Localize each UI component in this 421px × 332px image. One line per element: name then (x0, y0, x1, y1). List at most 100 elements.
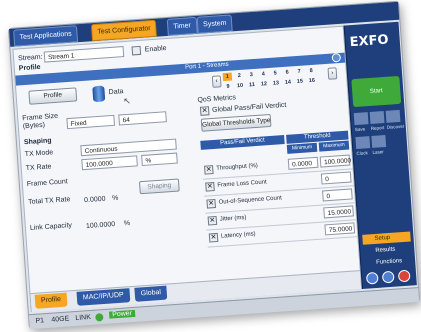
discover-icon[interactable] (385, 109, 401, 123)
profile-section-title: Profile (18, 63, 41, 73)
frame-count-label: Frame Count (26, 178, 68, 189)
link-capacity-unit: % (123, 220, 131, 228)
tab-test-applications[interactable]: Test Applications (13, 25, 79, 47)
verdict-header: Pass/Fail Verdict (200, 135, 285, 150)
page-button-15[interactable]: 15 (295, 78, 305, 87)
threshold-max-input[interactable]: 0 (320, 171, 352, 185)
page-button-3[interactable]: 3 (247, 71, 257, 80)
page-button-2[interactable]: 2 (235, 72, 245, 81)
data-label: Data (108, 88, 124, 97)
threshold-checkbox[interactable]: ✕ (205, 182, 215, 192)
tab-test-configurator[interactable]: Test Configurator (90, 19, 158, 42)
global-verdict-label: Global Pass/Fail Verdict (211, 101, 287, 114)
frame-size-mode[interactable]: Fixed (66, 114, 116, 130)
threshold-max-input[interactable]: 100.0000 (319, 154, 351, 168)
threshold-rows: ✕ Throughput (%) 0.0000 100.0000 ✕ Frame Loss… (201, 152, 358, 252)
threshold-checkbox[interactable]: ✕ (204, 165, 214, 175)
enable-label: Enable (144, 45, 167, 54)
tx-mode-label: TX Mode (24, 149, 54, 159)
info-icon[interactable] (381, 270, 395, 284)
clock-icon[interactable] (355, 136, 371, 150)
discover-label: Discover (386, 123, 405, 130)
page-button-8[interactable]: 8 (306, 67, 316, 76)
shaping-title: Shaping (23, 137, 52, 147)
page-button-5[interactable]: 5 (270, 69, 280, 78)
status-link: LINK (75, 313, 92, 323)
link-capacity-label: Link Capacity (29, 222, 73, 232)
total-tx-rate-value: 0.0000 (83, 195, 106, 205)
threshold-label: Latency (ms) (220, 231, 256, 240)
threshold-checkbox[interactable]: ✕ (206, 198, 217, 209)
exfo-logo: EXFO (349, 32, 390, 51)
report-icon[interactable] (369, 111, 385, 124)
clock-label: Clock (356, 150, 368, 157)
menu-functions[interactable]: Functions (364, 255, 413, 268)
threshold-label: Jitter (ms) (219, 214, 247, 223)
tab-profile[interactable]: Profile (34, 292, 68, 309)
cursor-icon: ↖ (122, 95, 132, 107)
stream-label: Stream: (17, 53, 43, 63)
page-button-10[interactable]: 10 (235, 82, 245, 91)
laser-label: Laser (372, 149, 384, 155)
tab-mac-ip-udp[interactable]: MAC/IP/UDP (76, 288, 131, 306)
thresholds-table: Pass/Fail Verdict Threshold Minimum Maxi… (200, 130, 358, 252)
link-capacity-value: 100.0000 (85, 221, 116, 231)
menu-results[interactable]: Results (363, 243, 412, 256)
status-rate: 40GE (51, 315, 70, 324)
total-tx-rate-unit: % (111, 194, 119, 203)
threshold-label: Throughput (%) (216, 162, 259, 172)
menu-setup[interactable]: Setup (362, 231, 411, 245)
page-button-12[interactable]: 12 (259, 80, 269, 89)
threshold-label: Out-of-Sequence Count (218, 195, 283, 206)
total-tx-rate-label: Total TX Rate (27, 196, 71, 207)
threshold-checkbox[interactable]: ✕ (208, 232, 219, 243)
tab-timer[interactable]: Timer (166, 16, 198, 36)
global-thresholds-button[interactable]: Global Thresholds Type (200, 113, 272, 132)
main-pane: Stream: Stream 1 Enable Port 1 - Streams… (12, 25, 363, 313)
tx-rate-input[interactable]: 100.0000 (81, 155, 138, 171)
page-button-16[interactable]: 16 (307, 77, 317, 86)
tab-global[interactable]: Global (134, 285, 168, 302)
stream-select[interactable]: Stream 1 (43, 46, 125, 63)
maximum-header: Maximum (318, 140, 350, 152)
page-button-14[interactable]: 14 (283, 78, 293, 87)
page-prev-button[interactable]: ‹ (211, 75, 222, 88)
report-label: Report (370, 125, 385, 131)
page-button-1[interactable]: 1 (222, 72, 233, 82)
tx-rate-label: TX Rate (25, 163, 52, 173)
threshold-min-input[interactable]: 0.0000 (287, 156, 319, 170)
threshold-checkbox[interactable]: ✕ (207, 215, 218, 226)
page-button-7[interactable]: 7 (294, 68, 304, 77)
port-label: Port 1 - Streams (184, 61, 229, 71)
shaping-button[interactable]: Shaping (138, 178, 180, 195)
power-icon[interactable] (397, 269, 411, 283)
threshold-max-input[interactable]: 0 (322, 188, 353, 202)
page-button-13[interactable]: 13 (271, 79, 281, 88)
threshold-max-input[interactable]: 75.0000 (324, 222, 356, 236)
status-port: P1 (35, 317, 45, 325)
page-button-6[interactable]: 6 (282, 68, 292, 77)
frame-size-label: Frame Size (Bytes) (22, 112, 59, 131)
laser-icon[interactable] (371, 134, 387, 148)
save-label: Save (354, 126, 366, 133)
enable-checkbox[interactable] (131, 45, 142, 56)
page-button-9[interactable]: 9 (223, 83, 233, 92)
page-next-button[interactable]: › (327, 67, 338, 80)
minimum-header: Minimum (286, 142, 318, 154)
frame-size-value[interactable]: 64 (118, 111, 167, 126)
tx-rate-unit-select[interactable]: % (141, 152, 178, 167)
tab-system[interactable]: System (196, 14, 234, 34)
page-button-4[interactable]: 4 (259, 70, 269, 79)
global-verdict-checkbox[interactable]: ✕ (199, 106, 210, 116)
status-power: Power (108, 309, 136, 319)
collapse-icon[interactable] (331, 52, 342, 63)
threshold-max-input[interactable]: 15.0000 (323, 205, 354, 219)
help-icon[interactable] (365, 271, 379, 285)
save-icon[interactable] (353, 112, 369, 126)
profile-button[interactable]: Profile (28, 87, 78, 105)
link-led-icon (95, 313, 104, 322)
threshold-label: Frame Loss Count (217, 179, 267, 189)
qos-metrics-title: QoS Metrics (197, 94, 237, 104)
start-button[interactable]: Start (351, 75, 402, 108)
page-button-11[interactable]: 11 (247, 81, 257, 90)
